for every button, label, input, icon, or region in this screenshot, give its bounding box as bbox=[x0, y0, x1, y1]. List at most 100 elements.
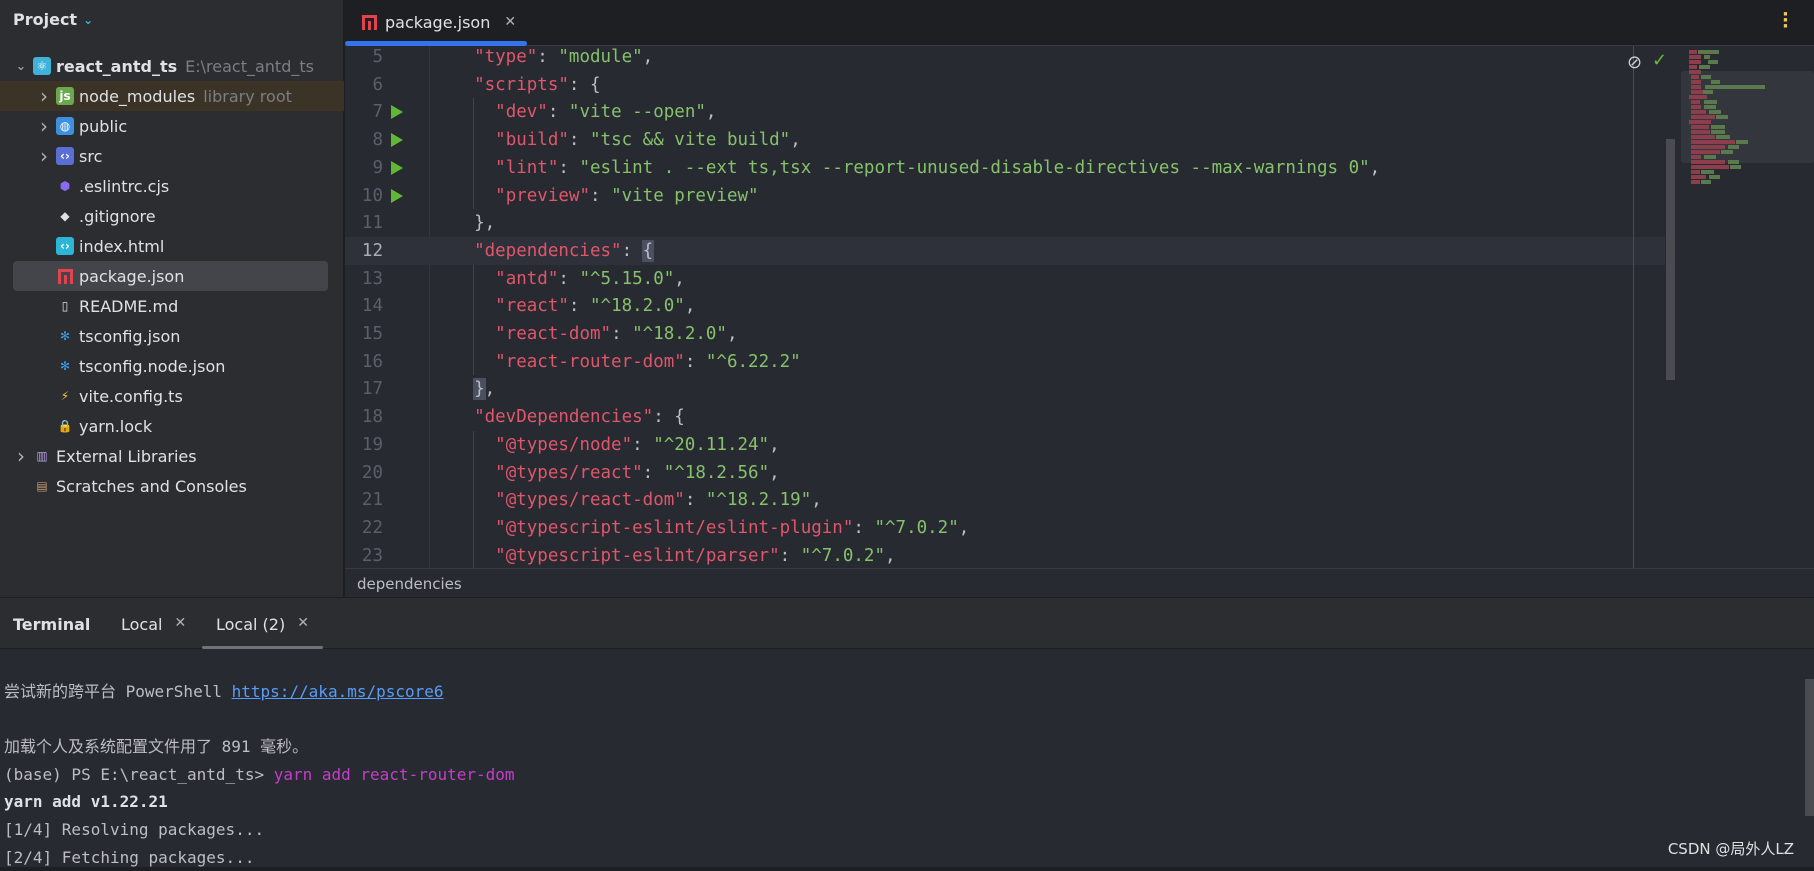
tree-item[interactable]: › js node_modules library root bbox=[0, 81, 344, 111]
chevron-right-icon[interactable]: › bbox=[36, 84, 52, 108]
tree-item-label: tsconfig.json bbox=[79, 326, 181, 346]
terminal-scrollbar[interactable] bbox=[1805, 679, 1814, 816]
code-text: "build": "tsc && vite build", bbox=[453, 126, 801, 154]
punctuation: , bbox=[769, 434, 780, 455]
breadcrumb[interactable]: dependencies bbox=[345, 568, 1814, 597]
minimap-value-mark bbox=[1708, 60, 1718, 64]
breadcrumb-item[interactable]: dependencies bbox=[357, 575, 462, 593]
punctuation: : bbox=[537, 47, 559, 67]
json-key: "dev" bbox=[495, 102, 548, 123]
code-line[interactable]: 5 "type": "module", bbox=[345, 46, 1665, 71]
punctuation: : bbox=[779, 545, 801, 566]
run-script-icon[interactable] bbox=[391, 105, 403, 120]
terminal-line: (base) PS E:\react_antd_ts> yarn add rea… bbox=[4, 762, 515, 788]
run-script-icon[interactable] bbox=[391, 160, 403, 175]
minimap-key-mark bbox=[1691, 130, 1710, 134]
minimap-value-mark bbox=[1709, 110, 1721, 114]
tab-package-json[interactable]: package.json ✕ bbox=[362, 8, 516, 36]
code-line[interactable]: 7 "dev": "vite --open", bbox=[345, 98, 1665, 126]
code-text: "@types/react-dom": "^18.2.19", bbox=[453, 486, 822, 514]
code-line[interactable]: 9 "lint": "eslint . --ext ts,tsx --repor… bbox=[345, 154, 1665, 182]
json-string: "vite --open" bbox=[568, 102, 706, 123]
tree-item[interactable]: 🔒 yarn.lock bbox=[0, 411, 344, 441]
punctuation: , bbox=[1369, 157, 1381, 178]
json-string: "^18.2.0" bbox=[632, 324, 727, 344]
minimap-value-mark bbox=[1705, 85, 1765, 89]
tsconfig-icon: ✻ bbox=[59, 329, 71, 343]
code-line[interactable]: 17 }, bbox=[345, 375, 1665, 403]
punctuation bbox=[453, 407, 474, 427]
tree-item[interactable]: ⚡ vite.config.ts bbox=[0, 381, 344, 411]
minimap-key-mark bbox=[1691, 160, 1725, 164]
code-line[interactable]: 18 "devDependencies": { bbox=[345, 403, 1665, 431]
code-line[interactable]: 14 "react": "^18.2.0", bbox=[345, 292, 1665, 320]
tree-item[interactable]: ✻ tsconfig.node.json bbox=[0, 351, 344, 381]
code-line[interactable]: 11 }, bbox=[345, 209, 1665, 237]
code-text: "antd": "^5.15.0", bbox=[453, 265, 685, 293]
terminal-link[interactable]: https://aka.ms/pscore6 bbox=[232, 682, 444, 701]
node-modules-folder-icon: js bbox=[56, 87, 74, 105]
minimap[interactable] bbox=[1681, 46, 1814, 568]
code-text: "react-router-dom": "^6.22.2" bbox=[453, 348, 801, 376]
tree-item[interactable]: › ◍ public bbox=[0, 111, 344, 141]
code-text: "@typescript-eslint/eslint-plugin": "^7.… bbox=[453, 514, 969, 542]
code-line[interactable]: 8 "build": "tsc && vite build", bbox=[345, 126, 1665, 154]
tree-item[interactable]: ▯ README.md bbox=[0, 291, 344, 321]
code-line[interactable]: 20 "@types/react": "^18.2.56", bbox=[345, 459, 1665, 487]
minimap-key-mark bbox=[1689, 65, 1697, 69]
json-string: "^7.0.2" bbox=[874, 517, 959, 538]
tree-item[interactable]: › ▥ External Libraries bbox=[0, 441, 344, 471]
tree-item[interactable]: ‹› index.html bbox=[0, 231, 344, 261]
code-line[interactable]: 15 "react-dom": "^18.2.0", bbox=[345, 320, 1665, 348]
json-string: "^18.2.56" bbox=[663, 462, 770, 483]
terminal-tab-local-2[interactable]: Local (2) ✕ bbox=[216, 615, 309, 634]
close-tab-icon[interactable]: ✕ bbox=[174, 615, 186, 634]
minimap-key-mark bbox=[1691, 175, 1706, 179]
run-script-icon[interactable] bbox=[391, 188, 403, 203]
no-problems-check-icon[interactable]: ✓ bbox=[1652, 50, 1667, 71]
code-line[interactable]: 19 "@types/node": "^20.11.24", bbox=[345, 431, 1665, 459]
more-options-icon[interactable]: · · · bbox=[1782, 6, 1789, 36]
editor-scrollbar[interactable] bbox=[1666, 139, 1675, 380]
code-line[interactable]: 12 "dependencies": { bbox=[345, 236, 1665, 265]
punctuation: : bbox=[621, 240, 643, 261]
chevron-down-icon[interactable]: ⌄ bbox=[13, 59, 29, 74]
terminal-line: 尝试新的跨平台 PowerShell https://aka.ms/pscore… bbox=[4, 679, 444, 705]
minimap-value-mark bbox=[1699, 65, 1710, 69]
code-line[interactable]: 16 "react-router-dom": "^6.22.2" bbox=[345, 348, 1665, 376]
tree-item[interactable]: › ‹› src bbox=[0, 141, 344, 171]
punctuation bbox=[453, 296, 495, 316]
tree-item[interactable]: package.json bbox=[13, 261, 328, 291]
chevron-right-icon[interactable]: › bbox=[13, 444, 29, 468]
code-line[interactable]: 23 "@typescript-eslint/parser": "^7.0.2"… bbox=[345, 542, 1665, 568]
code-line[interactable]: 6 "scripts": { bbox=[345, 71, 1665, 99]
code-line[interactable]: 10 "preview": "vite preview" bbox=[345, 182, 1665, 210]
terminal-output[interactable]: 尝试新的跨平台 PowerShell https://aka.ms/pscore… bbox=[0, 649, 1814, 867]
punctuation: : bbox=[568, 296, 590, 317]
code-line[interactable]: 21 "@types/react-dom": "^18.2.19", bbox=[345, 486, 1665, 514]
code-line[interactable]: 13 "antd": "^5.15.0", bbox=[345, 265, 1665, 293]
close-tab-icon[interactable]: ✕ bbox=[297, 615, 309, 634]
tree-item[interactable]: ✻ tsconfig.json bbox=[0, 321, 344, 351]
code-line[interactable]: 22 "@typescript-eslint/eslint-plugin": "… bbox=[345, 514, 1665, 542]
tree-item-label: .eslintrc.cjs bbox=[79, 176, 170, 196]
minimap-key-mark bbox=[1691, 105, 1701, 109]
terminal-title: Terminal bbox=[13, 615, 91, 634]
reader-mode-off-icon[interactable]: ⊘ bbox=[1627, 52, 1642, 73]
run-script-icon[interactable] bbox=[391, 133, 403, 148]
tree-item[interactable]: ⌄ ⚛ react_antd_ts E:\react_antd_ts bbox=[0, 51, 344, 81]
json-string: "tsc && vite build" bbox=[590, 130, 791, 151]
tree-item-label: public bbox=[79, 116, 128, 136]
indent-guide bbox=[473, 98, 475, 210]
tree-item[interactable]: ⬢ .eslintrc.cjs bbox=[0, 171, 344, 201]
chevron-right-icon[interactable]: › bbox=[36, 144, 52, 168]
terminal-tab-local[interactable]: Local ✕ bbox=[121, 615, 186, 634]
terminal-header: Terminal Local ✕ Local (2) ✕ bbox=[0, 597, 1814, 649]
code-editor[interactable]: 5 "type": "module", 6 "scripts": {7 "dev"… bbox=[345, 46, 1814, 568]
punctuation bbox=[453, 269, 495, 289]
tree-item[interactable]: ◆ .gitignore bbox=[0, 201, 344, 231]
chevron-right-icon[interactable]: › bbox=[36, 114, 52, 138]
close-tab-icon[interactable]: ✕ bbox=[504, 14, 516, 30]
tree-item[interactable]: ▤ Scratches and Consoles bbox=[0, 471, 344, 501]
project-view-selector[interactable]: Project ⌄ bbox=[13, 10, 93, 29]
